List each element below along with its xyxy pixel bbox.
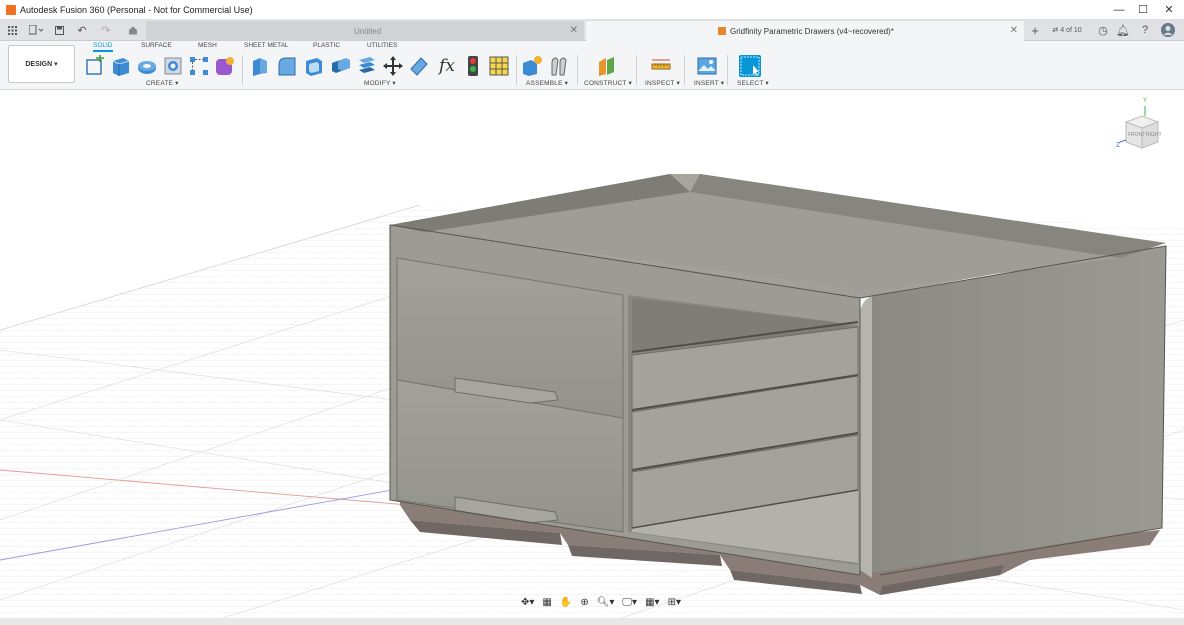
grid-settings-icon[interactable]: ▦▾ [642,597,662,608]
user-avatar[interactable] [1160,22,1176,38]
undo-icon[interactable]: ↶ [72,22,92,38]
window-title: Autodesk Fusion 360 (Personal - Not for … [20,4,253,15]
close-tab-icon[interactable]: ✕ [570,25,578,36]
fusion-app-icon [6,4,16,15]
insert-menu[interactable]: INSERT ▾ [694,79,724,87]
offset-plane-icon[interactable] [596,55,618,77]
new-tab-icon[interactable]: + [1028,22,1042,38]
new-component-icon[interactable] [521,55,543,77]
inspect-menu[interactable]: INSPECT ▾ [645,79,680,87]
axis-z-label: Z [1116,142,1121,149]
move-icon[interactable] [382,55,404,77]
help-icon[interactable]: ? [1138,22,1152,38]
separator [577,55,578,85]
extrude-icon[interactable] [110,55,132,77]
close-tab-icon[interactable]: ✕ [1010,25,1018,36]
zoom-icon[interactable]: ⊕ [577,597,591,608]
construct-menu[interactable]: CONSTRUCT ▾ [584,79,632,87]
create-sketch-icon[interactable] [84,55,106,77]
look-at-icon[interactable]: ▦ [539,597,554,608]
job-counter: 4 of 10 [1060,26,1082,34]
separator [727,55,728,85]
pattern-icon[interactable] [188,55,210,77]
title-bar: Autodesk Fusion 360 (Personal - Not for … [0,0,1184,19]
tab-plastic[interactable]: PLASTIC [313,42,340,49]
fit-icon[interactable]: 🔍︎▾ [594,597,618,608]
revolve-icon[interactable] [136,55,158,77]
tab-sheet-metal[interactable]: SHEET METAL [244,42,289,49]
press-pull-icon[interactable] [249,55,271,77]
clock-icon[interactable]: ◷ [1096,22,1110,38]
redo-icon[interactable]: ↷ [96,22,116,38]
tab-mesh[interactable]: MESH [198,42,217,49]
timeline-strip[interactable] [0,618,1184,625]
tab-label: Untitled [354,26,382,36]
component-icon [718,27,726,35]
parameters-icon[interactable]: fx [436,55,458,77]
close-button[interactable]: ✕ [1146,0,1184,19]
separator [516,55,517,85]
offset-face-icon[interactable] [356,55,378,77]
viewcube-right[interactable]: RIGHT [1146,132,1162,138]
fillet-icon[interactable] [276,55,298,77]
viewcube[interactable]: FRONT RIGHT Z Y [1112,98,1172,164]
change-parameters-icon[interactable] [488,55,510,77]
3d-viewport[interactable]: FRONT RIGHT Z Y [0,90,1184,625]
create-menu[interactable]: CREATE ▾ [146,79,179,87]
tab-label: Gridfinity Parametric Drawers (v4~recove… [730,26,894,36]
job-status-icon: ⇄ [1052,27,1059,34]
shell-icon[interactable] [303,55,325,77]
modify-menu[interactable]: MODIFY ▾ [364,79,396,87]
gridfinity-drawer-model[interactable] [389,174,1167,595]
combine-icon[interactable] [330,55,352,77]
hole-icon[interactable] [162,55,184,77]
navigation-bar: ✥▾ ▦ ✋ ⊕ 🔍︎▾ 🖵▾ ▦▾ ⊞▾ [518,594,684,610]
separator [636,55,637,85]
orbit-icon[interactable]: ✥▾ [518,597,537,608]
tab-untitled[interactable]: Untitled ✕ [146,21,584,41]
select-icon[interactable] [739,55,761,77]
select-menu[interactable]: SELECT ▾ [737,79,769,87]
viewcube-front[interactable]: FRONT [1128,132,1145,138]
job-status[interactable]: ⇄ 4 of 10 [1047,22,1087,38]
joint-icon[interactable] [548,55,570,77]
measure-icon[interactable] [650,55,672,77]
model-canvas[interactable] [0,90,1184,625]
create-form-icon[interactable] [214,55,236,77]
separator [242,55,243,85]
pan-icon[interactable]: ✋ [557,597,575,608]
tab-solid[interactable]: SOLID [93,42,113,52]
compute-all-icon[interactable] [462,55,484,77]
insert-image-icon[interactable] [696,55,718,77]
document-tab-bar: ↶ ↷ Untitled ✕ Gridfinity Parametric Dra… [0,19,1184,41]
separator [684,55,685,85]
tab-utilities[interactable]: UTILITIES [367,42,397,49]
align-icon[interactable] [408,55,430,77]
home-icon[interactable] [124,22,142,38]
display-settings-icon[interactable]: 🖵▾ [619,597,640,608]
file-menu-icon[interactable] [26,22,46,38]
workspace-switcher[interactable]: DESIGN ▾ [8,45,75,83]
toolbar-ribbon: DESIGN ▾ SOLID SURFACE MESH SHEET METAL … [0,41,1184,90]
axis-y-label: Y [1143,98,1148,104]
save-icon[interactable] [52,22,66,38]
app-grid-icon[interactable] [5,22,19,38]
viewports-icon[interactable]: ⊞▾ [665,597,684,608]
tab-gridfinity[interactable]: Gridfinity Parametric Drawers (v4~recove… [586,21,1024,41]
tab-surface[interactable]: SURFACE [141,42,172,49]
notifications-icon[interactable]: 🔔︎ [1116,22,1130,38]
assemble-menu[interactable]: ASSEMBLE ▾ [526,79,568,87]
